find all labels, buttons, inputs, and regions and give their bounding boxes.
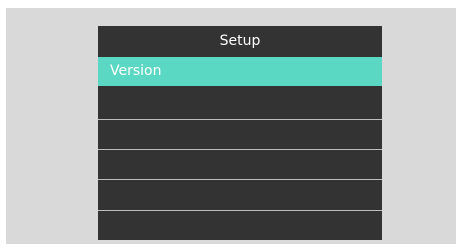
menu-title: Setup — [219, 33, 261, 49]
menu-item-empty-1[interactable] — [98, 88, 382, 117]
menu-item-empty-2[interactable] — [98, 119, 382, 148]
menu-item-empty-3[interactable] — [98, 149, 382, 178]
menu-item-label: Version — [110, 63, 162, 79]
menu-item-empty-4[interactable] — [98, 179, 382, 208]
setup-menu: Setup Version — [98, 26, 382, 240]
menu-item-version[interactable]: Version — [98, 57, 382, 86]
menu-item-empty-5[interactable] — [98, 210, 382, 239]
